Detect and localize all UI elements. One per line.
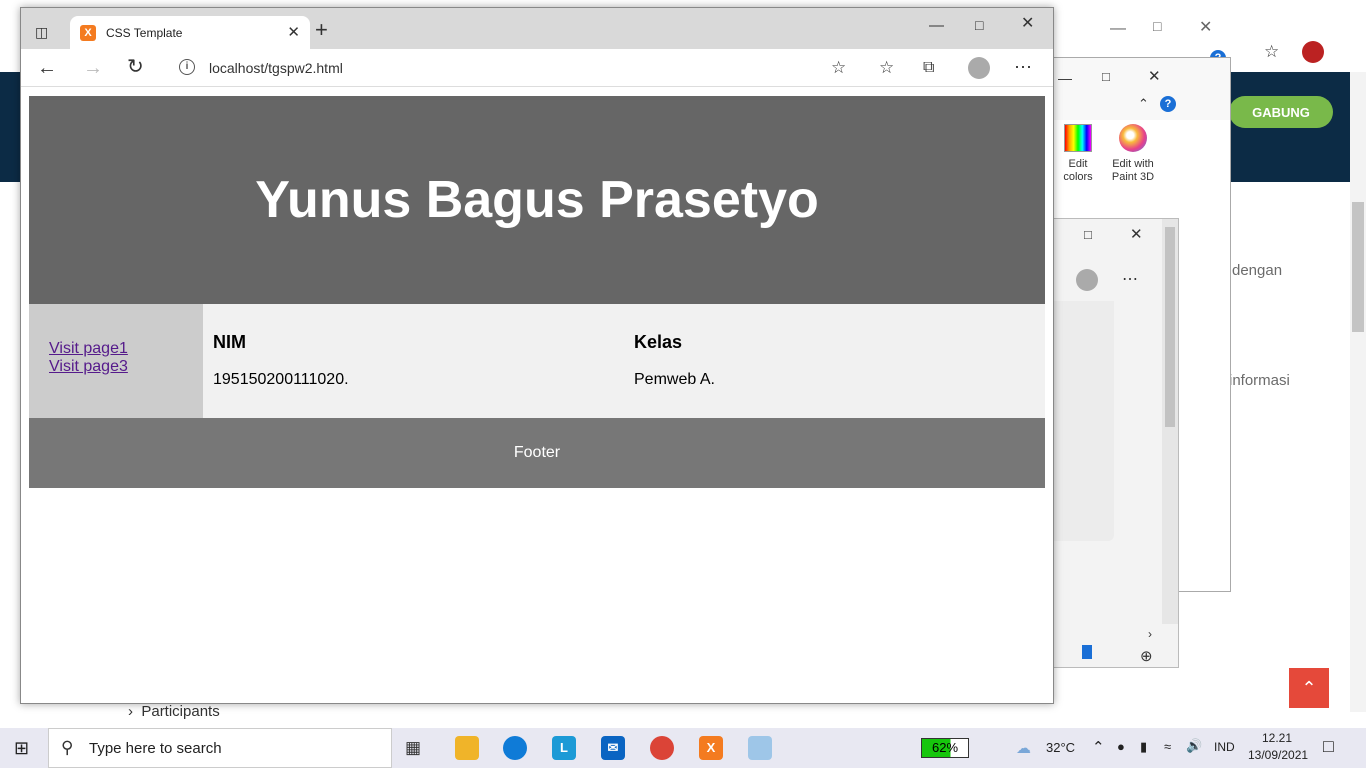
language-indicator[interactable]: IND [1214, 740, 1235, 754]
add-favorite-icon[interactable]: ☆ [831, 58, 846, 78]
info-icon[interactable]: i [179, 59, 195, 75]
paint3d-icon [1119, 124, 1147, 152]
close-icon[interactable]: ✕ [1130, 225, 1143, 245]
page-content: Yunus Bagus Prasetyo Visit page1 Visit p… [29, 96, 1045, 488]
color-palette-icon [1064, 124, 1092, 152]
refresh-icon[interactable]: ↻ [127, 57, 144, 77]
wifi-icon[interactable]: ≈ [1164, 739, 1171, 754]
edge-icon[interactable] [503, 736, 527, 760]
profile-icon[interactable] [968, 57, 990, 79]
nim-heading: NIM [213, 332, 246, 352]
new-tab-icon[interactable]: + [315, 19, 328, 41]
address-bar[interactable]: i localhost/tgspw2.html ☆ [166, 53, 861, 83]
chevron-right-icon[interactable]: › [1148, 624, 1152, 644]
collections-icon[interactable]: ⧉ [923, 58, 934, 78]
close-icon[interactable]: ✕ [1199, 17, 1212, 37]
taskbar: ⊞ ⚲ Type here to search ▦ L ✉ X 62% ☁ 32… [0, 728, 1366, 768]
scroll-top-button[interactable]: ⌃ [1289, 668, 1329, 708]
close-icon[interactable]: ✕ [1148, 67, 1161, 87]
vertical-scrollbar[interactable] [1162, 219, 1178, 624]
zoom-slider-handle[interactable] [1082, 645, 1092, 659]
paint-icon[interactable] [748, 736, 772, 760]
chevron-up-icon[interactable]: ⌃ [1092, 738, 1105, 756]
scrollbar-thumb[interactable] [1165, 227, 1175, 427]
maximize-icon[interactable]: □ [975, 15, 983, 35]
chrome-icon[interactable] [650, 736, 674, 760]
help-icon[interactable]: ? [1160, 96, 1176, 112]
avatar[interactable] [1302, 41, 1324, 63]
maximize-icon[interactable]: □ [1102, 67, 1110, 87]
nim-value: 195150200111020. [213, 371, 349, 388]
more-icon[interactable]: ⋯ [1014, 57, 1032, 77]
xampp-favicon-icon: X [80, 25, 96, 41]
zoom-in-icon[interactable]: ⊕ [1140, 647, 1153, 667]
chevron-right-icon: › [128, 703, 142, 720]
address-url: localhost/tgspw2.html [209, 60, 343, 76]
battery-indicator[interactable]: 62% [921, 738, 969, 758]
favorites-icon[interactable]: ☆ [879, 58, 894, 78]
forward-icon[interactable]: → [83, 58, 103, 78]
page-header: Yunus Bagus Prasetyo [29, 96, 1045, 304]
chevron-up-icon[interactable]: ⌃ [1138, 94, 1149, 114]
task-view-icon[interactable]: ▦ [405, 738, 421, 758]
volume-icon[interactable]: 🔊 [1186, 738, 1202, 754]
kelas-value: Pemweb A. [634, 371, 715, 388]
windows-start-icon[interactable]: ⊞ [14, 738, 29, 758]
launcher-icon[interactable]: L [552, 736, 576, 760]
battery-icon[interactable]: ▮ [1140, 739, 1147, 755]
weather-icon: ☁ [1016, 740, 1031, 757]
tab-strip: ◫ X CSS Template ✕ + — □ ✕ [21, 8, 1053, 49]
more-icon[interactable]: ⋯ [1122, 270, 1138, 290]
content-panel [1054, 301, 1114, 541]
star-icon[interactable]: ☆ [1264, 42, 1279, 62]
nim-column: NIM 195150200111020. [203, 304, 624, 418]
maximize-icon[interactable]: □ [1084, 225, 1092, 245]
tab-title: CSS Template [106, 26, 183, 40]
clock-date[interactable]: 13/09/2021 [1248, 748, 1308, 762]
nav-link-page1[interactable]: Visit page1 [49, 340, 203, 358]
maximize-icon[interactable]: □ [1153, 18, 1161, 34]
mail-icon[interactable]: ✉ [601, 736, 625, 760]
browser-window: ◫ X CSS Template ✕ + — □ ✕ ← → ↻ i local… [20, 7, 1054, 704]
back-icon[interactable]: ← [37, 58, 57, 78]
nav-menu: Visit page1 Visit page3 [29, 304, 203, 418]
background-text: dengan [1232, 262, 1283, 279]
browser-toolbar: ← → ↻ i localhost/tgspw2.html ☆ ☆ ⧉ ⋯ [21, 49, 1053, 87]
temperature[interactable]: 32°C [1046, 740, 1075, 755]
secondary-browser-window: □ ✕ ⋯ › ⊕ [1053, 218, 1179, 668]
taskbar-search[interactable]: ⚲ Type here to search [48, 728, 392, 768]
edit-colors-button[interactable]: Edit colors [1056, 124, 1100, 184]
tray-app-icon[interactable]: ● [1117, 739, 1125, 754]
page-scrollbar[interactable] [1350, 72, 1366, 712]
kelas-heading: Kelas [634, 332, 683, 352]
edit-paint3d-button[interactable]: Edit with Paint 3D [1108, 124, 1158, 184]
chevron-up-icon: ⌃ [1301, 677, 1317, 698]
paint-title-bar: — □ ✕ ⌃ ? [1054, 58, 1230, 120]
close-icon[interactable]: ✕ [1021, 14, 1034, 34]
minimize-icon[interactable]: — [1058, 68, 1072, 88]
main-section: Visit page1 Visit page3 NIM 195150200111… [29, 304, 1045, 418]
scrollbar-thumb[interactable] [1352, 202, 1364, 332]
file-explorer-icon[interactable] [455, 736, 479, 760]
search-icon: ⚲ [61, 738, 74, 757]
edit-colors-label: Edit colors [1063, 158, 1093, 183]
xampp-icon[interactable]: X [699, 736, 723, 760]
clock-time[interactable]: 12.21 [1262, 731, 1292, 745]
nav-link-page3[interactable]: Visit page3 [49, 358, 203, 376]
avatar[interactable] [1076, 269, 1098, 291]
search-placeholder: Type here to search [89, 740, 222, 757]
minimize-icon[interactable]: — [929, 16, 944, 36]
minimize-icon[interactable]: — [1110, 20, 1126, 38]
page-footer: Footer [29, 418, 1045, 488]
join-button[interactable]: GABUNG [1229, 96, 1333, 128]
tab-css-template[interactable]: X CSS Template ✕ [70, 16, 310, 49]
close-tab-icon[interactable]: ✕ [287, 23, 300, 41]
tab-actions-icon[interactable]: ◫ [35, 22, 48, 42]
edit-paint3d-label: Edit with Paint 3D [1111, 158, 1155, 183]
notification-icon[interactable]: □ [1323, 736, 1334, 757]
sidebar-item-participants[interactable]: › Participants [128, 703, 220, 720]
kelas-column: Kelas Pemweb A. [624, 304, 1045, 418]
sidebar-item-label: Participants [141, 703, 220, 720]
